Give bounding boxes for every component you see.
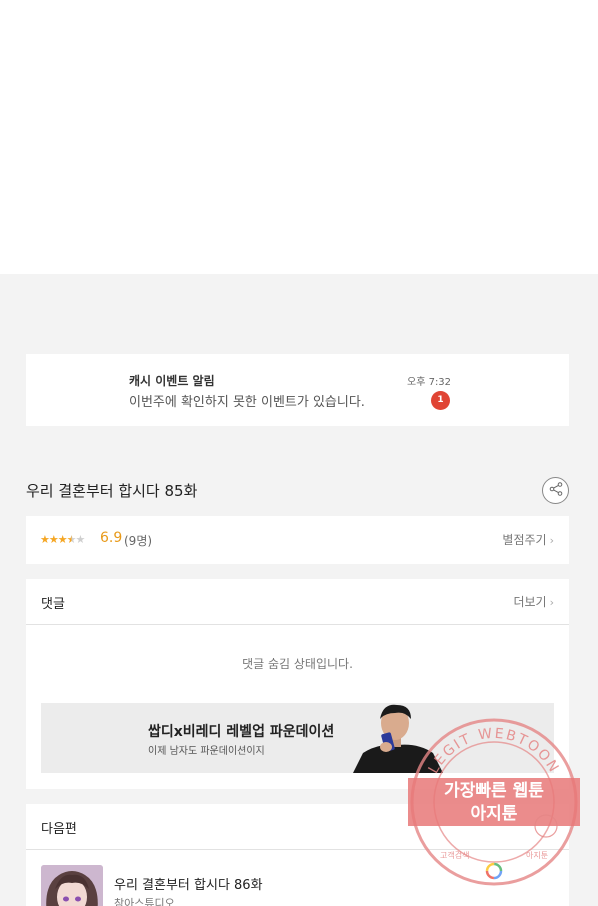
next-episode-studio: 참아스튜디오 <box>114 897 175 906</box>
content-blank-area <box>0 0 598 274</box>
rating-bar: ★★★★★ 6.9 (9명) 별점주기 › <box>26 516 569 564</box>
ad-title: 쌉디x비레디 레벨업 파운데이션 <box>148 724 335 740</box>
next-episode-name[interactable]: 우리 결혼부터 합시다 86화 <box>114 874 263 893</box>
chevron-right-icon: › <box>549 596 554 609</box>
next-episode-thumbnail[interactable] <box>41 865 103 906</box>
next-episode-section: 다음편 우리 결혼부터 합시다 86화 참아스튜디오 <box>26 804 569 906</box>
comments-title: 댓글 <box>41 597 65 612</box>
star-rating: ★★★★★ <box>40 533 86 546</box>
comments-header: 댓글 더보기 › <box>26 579 569 625</box>
notification-badge: 1 <box>431 391 450 410</box>
cash-event-notification[interactable]: 캐시 이벤트 알림 이번주에 확인하지 못한 이벤트가 있습니다. 오후 7:3… <box>26 354 569 426</box>
comments-section: 댓글 더보기 › 댓글 숨김 상태입니다. 쌉디x비레디 레벨업 파운데이션 이제… <box>26 579 569 789</box>
comments-more-button[interactable]: 더보기 › <box>513 593 554 610</box>
rating-score: 6.9 <box>100 530 123 546</box>
notification-title: 캐시 이벤트 알림 <box>129 374 215 388</box>
next-episode-header: 다음편 <box>26 804 569 850</box>
star-icon: ★ <box>57 533 68 546</box>
notification-message: 이번주에 확인하지 못한 이벤트가 있습니다. <box>129 395 365 410</box>
comments-more-label: 더보기 <box>513 595 547 609</box>
star-icon: ★ <box>48 533 59 546</box>
rate-button-label: 별점주기 <box>502 533 547 547</box>
star-half-icon: ★ <box>66 533 77 546</box>
chevron-right-icon: › <box>549 534 554 547</box>
next-episode-title: 다음편 <box>41 822 77 837</box>
ad-model-image <box>353 704 443 773</box>
rate-button[interactable]: 별점주기 › <box>502 531 554 548</box>
star-icon: ★ <box>40 533 50 546</box>
episode-title: 우리 결혼부터 합시다 85화 <box>26 482 198 500</box>
star-empty-icon: ★ <box>75 533 86 546</box>
share-icon <box>549 481 563 500</box>
share-button[interactable] <box>542 477 569 504</box>
ad-subtitle: 이제 남자도 파운데이션이지 <box>148 746 265 757</box>
notification-time: 오후 7:32 <box>407 377 452 388</box>
ad-banner[interactable]: 쌉디x비레디 레벨업 파운데이션 이제 남자도 파운데이션이지 <box>41 703 554 773</box>
comments-hidden-message: 댓글 숨김 상태입니다. <box>242 657 353 671</box>
rating-count: (9명) <box>124 534 153 548</box>
